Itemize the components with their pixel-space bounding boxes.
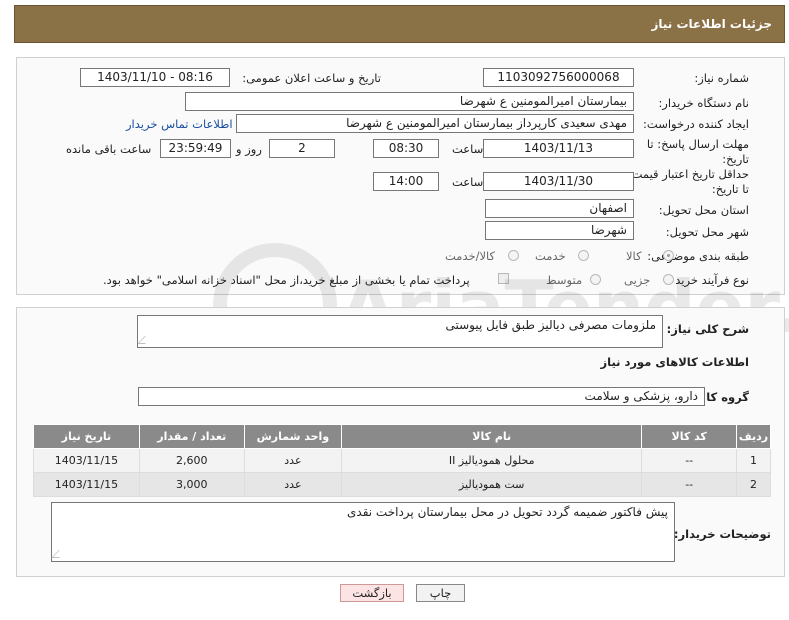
cell-code: -- bbox=[641, 472, 738, 497]
page-title: جزئیات اطلاعات نیاز bbox=[651, 17, 772, 31]
buyer-notes-label: توضیحات خریدار: bbox=[673, 527, 771, 541]
province-field[interactable]: اصفهان bbox=[485, 199, 634, 218]
process-label: نوع فرآیند خرید : bbox=[667, 273, 749, 287]
city-label: شهر محل تحویل: bbox=[665, 225, 749, 239]
remaining-label: ساعت باقی مانده bbox=[66, 142, 152, 156]
print-button[interactable]: چاپ bbox=[416, 584, 465, 602]
table-row: 1 -- محلول همودیالیز II عدد 2,600 1403/1… bbox=[33, 448, 771, 473]
remaining-time-field[interactable]: 23:59:49 bbox=[160, 139, 231, 158]
category-radio-goods[interactable] bbox=[663, 250, 674, 261]
announce-label: تاریخ و ساعت اعلان عمومی: bbox=[242, 71, 381, 85]
col-unit-header: واحد شمارش bbox=[243, 424, 343, 449]
price-validity-time-label: ساعت bbox=[452, 175, 484, 189]
process-radio-medium[interactable] bbox=[590, 274, 601, 285]
deadline-time-field[interactable]: 08:30 bbox=[373, 139, 439, 158]
cell-code: -- bbox=[641, 448, 738, 473]
resize-grip-icon[interactable] bbox=[51, 550, 67, 558]
announce-datetime-field[interactable]: 1403/11/10 - 08:16 bbox=[80, 68, 230, 87]
payment-note: پرداخت تمام یا بخشی از مبلغ خرید،از محل … bbox=[103, 273, 470, 287]
cell-qty: 3,000 bbox=[138, 472, 245, 497]
category-option-goods: کالا bbox=[626, 249, 642, 263]
category-radio-goods-service[interactable] bbox=[508, 250, 519, 261]
deadline-label: مهلت ارسال پاسخ: تا تاریخ: bbox=[646, 137, 749, 166]
buyer-notes-textarea[interactable]: پیش فاکتور ضمیمه گردد تحویل در محل بیمار… bbox=[51, 502, 675, 562]
city-field[interactable]: شهرضا bbox=[485, 221, 634, 240]
goods-group-field[interactable]: دارو، پزشکی و سلامت bbox=[138, 387, 705, 406]
category-radio-service[interactable] bbox=[578, 250, 589, 261]
table-row: 2 -- ست همودیالیز عدد 3,000 1403/11/15 bbox=[33, 472, 771, 497]
resize-grip-icon[interactable] bbox=[137, 336, 153, 344]
goods-info-title: اطلاعات کالاهای مورد نیاز bbox=[600, 355, 749, 369]
col-name-header: نام کالا bbox=[341, 424, 643, 449]
goods-table: ردیف کد کالا نام کالا واحد شمارش تعداد /… bbox=[33, 424, 771, 497]
days-label: روز و bbox=[236, 142, 262, 156]
price-validity-date-field[interactable]: 1403/11/30 bbox=[483, 172, 634, 191]
cell-unit: عدد bbox=[243, 448, 343, 473]
process-option-medium: متوسط bbox=[546, 273, 583, 287]
buyer-contact-link[interactable]: اطلاعات تماس خریدار bbox=[126, 117, 233, 131]
buyer-org-label: نام دستگاه خریدار: bbox=[658, 96, 749, 110]
price-validity-label: حداقل تاریخ اعتبار قیمت: تا تاریخ: bbox=[627, 167, 749, 196]
summary-label: شرح کلی نیاز: bbox=[666, 322, 749, 336]
requester-label: ایجاد کننده درخواست: bbox=[643, 117, 749, 131]
deadline-date-field[interactable]: 1403/11/13 bbox=[483, 139, 634, 158]
process-option-minor: جزیی bbox=[624, 273, 651, 287]
buyer-notes-text: پیش فاکتور ضمیمه گردد تحویل در محل بیمار… bbox=[347, 505, 668, 519]
need-number-field[interactable]: 1103092756000068 bbox=[483, 68, 634, 87]
requester-field[interactable]: مهدی سعیدی کارپرداز بیمارستان امیرالمومن… bbox=[236, 114, 634, 133]
price-validity-time-field[interactable]: 14:00 bbox=[373, 172, 439, 191]
deadline-time-label: ساعت bbox=[452, 142, 484, 156]
buyer-org-field[interactable]: بیمارستان امیرالمومنین ع شهرضا bbox=[185, 92, 634, 111]
cell-row: 1 bbox=[736, 448, 771, 473]
summary-text: ملزومات مصرفی دیالیز طبق فایل پیوستی bbox=[445, 318, 656, 332]
back-button[interactable]: بازگشت bbox=[340, 584, 404, 602]
category-option-service: خدمت bbox=[535, 249, 566, 263]
category-option-goods-service: کالا/خدمت bbox=[445, 249, 496, 263]
summary-textarea[interactable]: ملزومات مصرفی دیالیز طبق فایل پیوستی bbox=[137, 315, 663, 348]
cell-name: ست همودیالیز bbox=[341, 472, 643, 497]
col-qty-header: تعداد / مقدار bbox=[138, 424, 245, 449]
goods-table-header: ردیف کد کالا نام کالا واحد شمارش تعداد /… bbox=[33, 424, 771, 449]
col-code-header: کد کالا bbox=[641, 424, 738, 449]
cell-qty: 2,600 bbox=[138, 448, 245, 473]
cell-date: 1403/11/15 bbox=[33, 448, 140, 473]
page-header: جزئیات اطلاعات نیاز bbox=[14, 5, 785, 43]
cell-unit: عدد bbox=[243, 472, 343, 497]
col-row-header: ردیف bbox=[736, 424, 771, 449]
province-label: استان محل تحویل: bbox=[658, 203, 749, 217]
days-field[interactable]: 2 bbox=[269, 139, 335, 158]
need-number-label: شماره نیاز: bbox=[694, 71, 749, 85]
cell-name: محلول همودیالیز II bbox=[341, 448, 643, 473]
cell-row: 2 bbox=[736, 472, 771, 497]
col-date-header: تاریخ نیاز bbox=[33, 424, 140, 449]
process-radio-minor[interactable] bbox=[663, 274, 674, 285]
cell-date: 1403/11/15 bbox=[33, 472, 140, 497]
payment-checkbox[interactable] bbox=[498, 273, 509, 284]
